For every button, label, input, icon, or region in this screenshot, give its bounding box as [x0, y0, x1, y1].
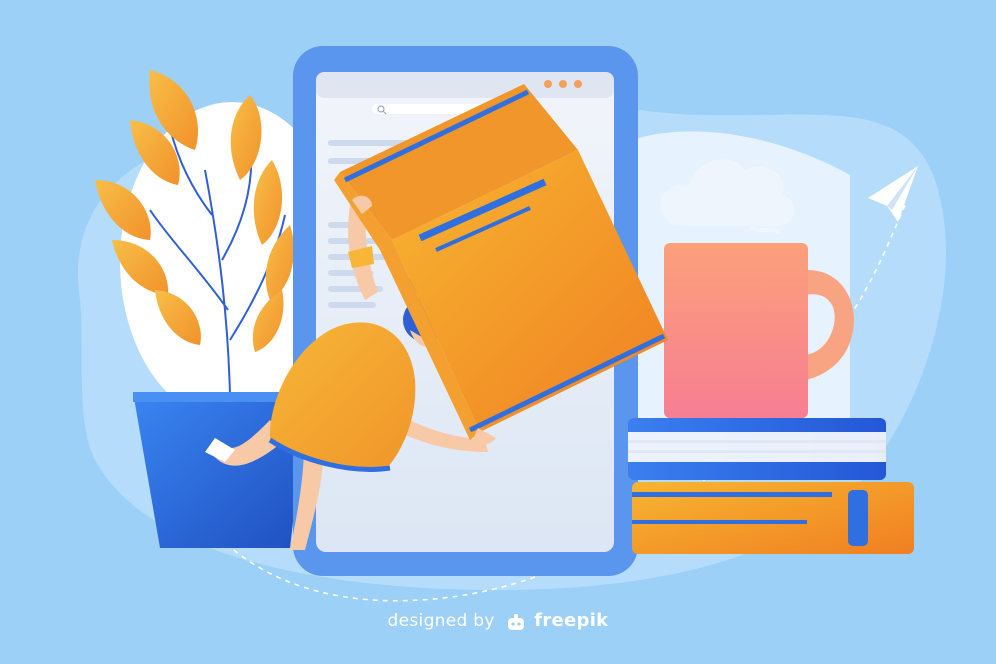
credit-line: designed by freepik [0, 610, 996, 631]
browser-dot-minimize [559, 80, 567, 88]
browser-dot-maximize [574, 80, 582, 88]
illustration-scene [0, 0, 996, 664]
freepik-logo-spacer [506, 611, 524, 629]
credit-brand: freepik [534, 610, 609, 631]
book-stack [628, 418, 914, 554]
browser-bar [316, 72, 614, 98]
credit-prefix: designed by [387, 611, 495, 631]
browser-dot-close [544, 80, 552, 88]
